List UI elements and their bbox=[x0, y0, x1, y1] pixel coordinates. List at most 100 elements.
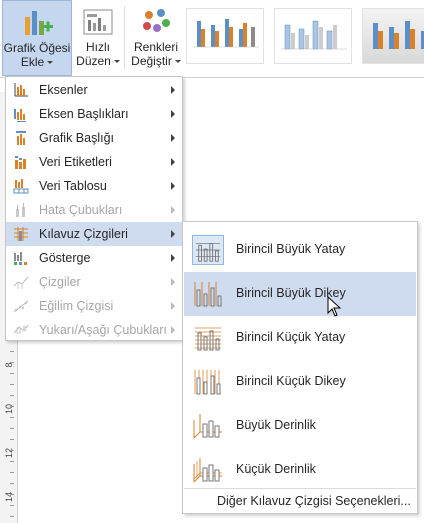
more-gridline-options-label: Diğer Kılavuz Çizgisi Seçenekleri... bbox=[217, 494, 411, 508]
chevron-right-icon bbox=[171, 110, 175, 118]
ruler-number: 14 bbox=[4, 492, 14, 503]
gridlines-icon bbox=[14, 227, 28, 241]
quick-layout-icon bbox=[83, 9, 113, 35]
submenu-item-primary-major-horizontal[interactable]: Birincil Büyük Yatay bbox=[184, 228, 416, 272]
menu-item-label: Yukarı/Aşağı Çubukları bbox=[39, 323, 167, 337]
menu-item-data-labels[interactable]: Veri Etiketleri bbox=[6, 150, 182, 174]
chevron-down-icon bbox=[174, 60, 181, 64]
menu-item-label: Eksen Başlıkları bbox=[39, 107, 129, 121]
chevron-right-icon bbox=[171, 158, 175, 166]
menu-item-label: Veri Etiketleri bbox=[39, 155, 112, 169]
chevron-right-icon bbox=[171, 206, 175, 214]
submenu-item-label: Küçük Derinlik bbox=[236, 462, 316, 476]
menu-item-label: Çizgiler bbox=[39, 275, 81, 289]
menu-item-label: Veri Tablosu bbox=[39, 179, 107, 193]
menu-item-label: Grafik Başlığı bbox=[39, 131, 115, 145]
ruler-tick bbox=[10, 494, 14, 495]
menu-item-up-down-bars[interactable]: Yukarı/Aşağı Çubukları bbox=[6, 318, 182, 342]
axis-titles-icon bbox=[14, 109, 26, 122]
chart-title-icon bbox=[16, 131, 26, 145]
submenu-item-primary-minor-vertical[interactable]: Birincil Küçük Dikey bbox=[184, 360, 416, 404]
chart-style-preview-icon bbox=[373, 21, 424, 49]
ruler-number: 10 bbox=[4, 404, 14, 415]
major-depth-icon bbox=[193, 414, 222, 439]
submenu-item-minor-depth[interactable]: Küçük Derinlik bbox=[184, 448, 416, 492]
menu-item-label: Kılavuz Çizgileri bbox=[39, 227, 128, 241]
submenu-item-primary-minor-horizontal[interactable]: Birincil Küçük Yatay bbox=[184, 316, 416, 360]
trendline-icon bbox=[13, 300, 29, 313]
ruler-tick bbox=[10, 483, 14, 484]
ruler-tick bbox=[10, 450, 14, 451]
gridlines-submenu: Birincil Büyük Yatay Birincil Büyük Dike… bbox=[182, 221, 418, 514]
minor-depth-icon bbox=[193, 458, 222, 483]
quick-layout-label-1: Hızlı bbox=[86, 40, 110, 54]
submenu-item-label: Birincil Küçük Dikey bbox=[236, 374, 346, 388]
menu-item-trendline[interactable]: Eğilim Çizgisi bbox=[6, 294, 182, 318]
menu-item-lines[interactable]: Çizgiler bbox=[6, 270, 182, 294]
add-chart-element-icon bbox=[25, 11, 53, 35]
menu-item-legend[interactable]: Gösterge bbox=[6, 246, 182, 270]
primary-minor-horizontal-icon bbox=[195, 327, 221, 351]
quick-layout-label-2: Düzen bbox=[76, 54, 111, 68]
chart-styles-gallery bbox=[186, 8, 424, 66]
add-chart-element-menu: Eksenler Eksen Başlıkları Grafik Başlığı… bbox=[5, 76, 183, 341]
add-chart-element-label-2: Ekle bbox=[20, 55, 45, 69]
ruler-tick bbox=[10, 461, 14, 462]
ruler-tick bbox=[10, 516, 14, 517]
submenu-item-label: Birincil Büyük Yatay bbox=[236, 242, 346, 256]
chart-style-thumbnail[interactable] bbox=[362, 8, 424, 64]
chevron-right-icon bbox=[171, 182, 175, 190]
menu-item-label: Hata Çubukları bbox=[39, 203, 123, 217]
palette-icon bbox=[143, 9, 170, 32]
chevron-right-icon bbox=[171, 326, 175, 334]
chart-style-thumbnail[interactable] bbox=[274, 8, 352, 64]
ruler-tick bbox=[10, 505, 14, 506]
chevron-right-icon bbox=[171, 254, 175, 262]
ribbon-separator bbox=[124, 6, 125, 70]
ruler-number: 12 bbox=[4, 448, 14, 459]
ruler-tick bbox=[10, 373, 14, 374]
submenu-item-major-depth[interactable]: Büyük Derinlik bbox=[184, 404, 416, 448]
add-chart-element-button[interactable]: Grafik Öğesi Ekle bbox=[2, 0, 72, 76]
menu-item-chart-title[interactable]: Grafik Başlığı bbox=[6, 126, 182, 150]
chart-style-preview-icon bbox=[193, 19, 259, 48]
primary-major-horizontal-icon bbox=[192, 235, 224, 265]
ruler-tick bbox=[10, 417, 14, 418]
chevron-right-icon bbox=[171, 230, 175, 238]
menu-item-label: Eğilim Çizgisi bbox=[39, 299, 114, 313]
chart-ribbon: Grafik Öğesi Ekle Hızlı Düzen Renkleri D… bbox=[0, 0, 424, 78]
quick-layout-button[interactable]: Hızlı Düzen bbox=[76, 0, 120, 76]
submenu-item-label: Birincil Küçük Yatay bbox=[236, 330, 346, 344]
axes-icon bbox=[14, 83, 28, 97]
menu-item-gridlines[interactable]: Kılavuz Çizgileri bbox=[6, 222, 182, 246]
menu-item-data-table[interactable]: Veri Tablosu bbox=[6, 174, 182, 198]
data-table-icon bbox=[13, 179, 29, 194]
change-colors-label-1: Renkleri bbox=[133, 40, 178, 54]
chevron-right-icon bbox=[171, 302, 175, 310]
more-gridline-options[interactable]: Diğer Kılavuz Çizgisi Seçenekleri... bbox=[184, 488, 416, 512]
ruler-tick bbox=[10, 384, 14, 385]
chevron-right-icon bbox=[171, 278, 175, 286]
menu-item-axis-titles[interactable]: Eksen Başlıkları bbox=[6, 102, 182, 126]
data-labels-icon bbox=[15, 156, 26, 169]
ruler-tick bbox=[10, 428, 14, 429]
ruler-tick bbox=[10, 406, 14, 407]
ruler-tick bbox=[10, 395, 14, 396]
add-chart-element-label-1: Grafik Öğesi bbox=[3, 41, 71, 55]
ruler-tick bbox=[10, 362, 14, 363]
change-colors-button[interactable]: Renkleri Değiştir bbox=[128, 0, 184, 76]
chart-style-thumbnail[interactable] bbox=[186, 8, 264, 64]
menu-item-axes[interactable]: Eksenler bbox=[6, 78, 182, 102]
legend-icon bbox=[14, 252, 27, 265]
menu-item-label: Gösterge bbox=[39, 251, 91, 265]
chevron-down-icon bbox=[47, 61, 54, 65]
ruler-number: 8 bbox=[4, 362, 14, 368]
up-down-bars-icon bbox=[13, 324, 29, 334]
ruler-tick bbox=[10, 351, 14, 352]
submenu-item-label: Büyük Derinlik bbox=[236, 418, 316, 432]
change-colors-label-2: Değiştir bbox=[131, 54, 172, 68]
primary-minor-vertical-icon bbox=[194, 370, 221, 395]
menu-item-error-bars[interactable]: Hata Çubukları bbox=[6, 198, 182, 222]
submenu-item-primary-major-vertical[interactable]: Birincil Büyük Dikey bbox=[184, 272, 416, 316]
chevron-right-icon bbox=[171, 86, 175, 94]
